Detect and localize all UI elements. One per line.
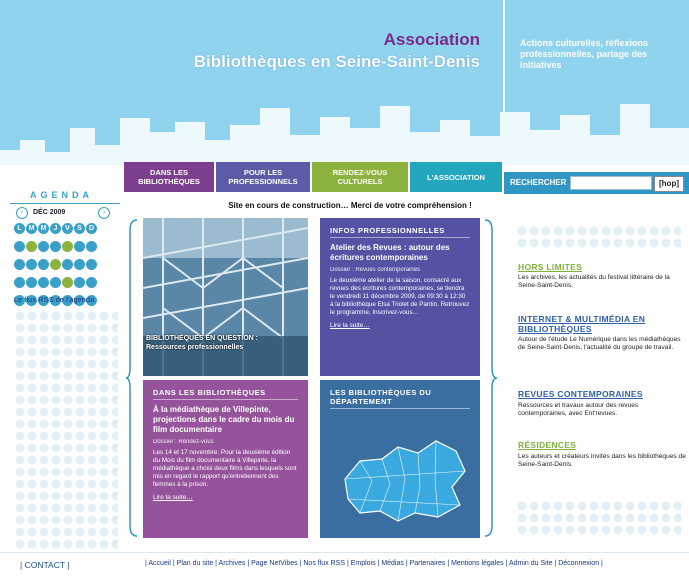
calendar-weekday: J	[50, 223, 61, 234]
agenda-rss-link[interactable]: Le flux RSS de l'agenda	[14, 295, 94, 304]
calendar-day-event[interactable]	[26, 241, 37, 252]
sidebar-link-residences[interactable]: RÉSIDENCES	[518, 440, 576, 450]
calendar-day[interactable]	[50, 277, 61, 288]
infos-pro-panel: INFOS PROFESSIONNELLES Atelier des Revue…	[320, 218, 480, 376]
calendar-day[interactable]	[62, 259, 73, 270]
sidebar-link-internet-multimedia[interactable]: INTERNET & MULTIMÉDIA EN BIBLIOTHÈQUES	[518, 314, 686, 334]
infos-pro-title: INFOS PROFESSIONNELLES	[330, 226, 470, 238]
site-title-name: Bibliothèques en Seine-Saint-Denis	[193, 52, 480, 71]
search-submit-button[interactable]: [hop]	[654, 176, 684, 192]
calendar-weekday: D	[86, 223, 97, 234]
site-tagline: Actions culturelles, réflexions professi…	[520, 38, 649, 70]
search-label: RECHERCHER	[510, 178, 567, 187]
infos-pro-heading[interactable]: Atelier des Revues : autour des écriture…	[330, 243, 470, 263]
agenda-divider	[10, 203, 120, 204]
dans-bibliotheques-panel: DANS LES BIBLIOTHÈQUES À la médiathèque …	[143, 380, 308, 538]
calendar-day[interactable]	[86, 241, 97, 252]
department-map-graphic	[344, 440, 466, 522]
tab-pour-les-professionnels[interactable]: POUR LES PROFESSIONNELS	[216, 162, 310, 192]
library-building-photo	[143, 218, 308, 376]
calendar-weekday: V	[62, 223, 73, 234]
sidebar-desc-revues-contemporaines: Ressources et travaux autour des revues …	[518, 402, 639, 417]
department-map-title: LES BIBLIOTHÈQUES DU DÉPARTEMENT	[330, 388, 470, 409]
footer-links[interactable]: | Accueil | Plan du site | Archives | Pa…	[145, 559, 689, 568]
construction-notice: Site en cours de construction… Merci de …	[228, 201, 472, 210]
sidebar-desc-hors-limites: Les archives, les actualités du festival…	[518, 274, 670, 289]
calendar-day[interactable]	[74, 259, 85, 270]
calendar-day-event[interactable]	[62, 241, 73, 252]
decorative-brace	[484, 219, 498, 537]
infos-pro-read-more-link[interactable]: Lire la suite…	[330, 322, 470, 329]
calendar-prev-icon[interactable]: ‹	[16, 207, 28, 219]
header-divider	[503, 0, 505, 160]
infos-pro-dossier: Dossier : Revues contemporaines	[330, 267, 421, 273]
calendar-weekday: S	[74, 223, 85, 234]
calendar-weekday: L	[14, 223, 25, 234]
dans-bibliotheques-heading[interactable]: À la médiathèque de Villepinte, projecti…	[153, 405, 298, 435]
calendar-day[interactable]	[50, 241, 61, 252]
feature-photo-panel[interactable]	[143, 218, 308, 376]
search-input[interactable]	[570, 176, 652, 190]
tab-dans-les-bibliotheques[interactable]: DANS LES BIBLIOTHÈQUES	[124, 162, 214, 192]
site-title-association: Association	[383, 30, 480, 49]
footer-divider	[0, 552, 689, 553]
skyline-graphic	[0, 104, 689, 165]
dans-bibliotheques-body: Les 14 et 17 novembre: Pour la deuxième …	[153, 449, 297, 488]
tab-association[interactable]: L'ASSOCIATION	[410, 162, 502, 192]
calendar-day[interactable]	[14, 277, 25, 288]
site-header: Association Bibliothèques en Seine-Saint…	[0, 0, 689, 165]
calendar-day[interactable]	[14, 259, 25, 270]
calendar-day[interactable]	[86, 277, 97, 288]
calendar-day[interactable]	[86, 259, 97, 270]
feature-photo-subtitle: Ressources professionnelles	[146, 344, 244, 351]
sidebar-desc-residences: Les auteurs et créateurs invités dans le…	[518, 453, 686, 468]
calendar-day[interactable]	[38, 241, 49, 252]
decorative-dot-pattern	[517, 501, 681, 535]
sidebar-link-revues-contemporaines[interactable]: REVUES CONTEMPORAINES	[518, 389, 643, 399]
infos-pro-body: Le deuxième atelier de la saison, consac…	[330, 277, 470, 316]
calendar-day[interactable]	[26, 277, 37, 288]
calendar-day[interactable]	[38, 277, 49, 288]
calendar-day[interactable]	[74, 277, 85, 288]
decorative-brace	[126, 219, 138, 537]
decorative-dot-pattern	[15, 311, 118, 549]
calendar-day[interactable]	[74, 241, 85, 252]
calendar-day[interactable]	[38, 259, 49, 270]
calendar-weekday: M	[26, 223, 37, 234]
tab-rendez-vous-culturels[interactable]: RENDEZ-VOUS CULTURELS	[312, 162, 408, 192]
agenda-title: AGENDA	[30, 190, 94, 200]
calendar-month: DÉC 2009	[33, 209, 66, 216]
calendar-day-event[interactable]	[50, 259, 61, 270]
decorative-dot-pattern	[517, 226, 681, 248]
dans-bibliotheques-title: DANS LES BIBLIOTHÈQUES	[153, 388, 298, 400]
calendar-weekday: M	[38, 223, 49, 234]
calendar-next-icon[interactable]: ›	[98, 207, 110, 219]
feature-photo-caption: BIBLIOTHÈQUES EN QUESTION : Ressources p…	[146, 334, 258, 352]
dans-bibliotheques-dossier: Dossier : Rendez-vous	[153, 439, 214, 445]
sidebar-desc-internet-multimedia: Autour de l'étude Le Numérique dans les …	[518, 336, 681, 351]
feature-photo-title: BIBLIOTHÈQUES EN QUESTION :	[146, 335, 259, 342]
department-map-panel[interactable]: LES BIBLIOTHÈQUES DU DÉPARTEMENT	[320, 380, 480, 538]
site-title[interactable]: Association Bibliothèques en Seine-Saint…	[150, 30, 480, 72]
sidebar-link-hors-limites[interactable]: HORS LIMITES	[518, 262, 582, 272]
dans-bibliotheques-read-more-link[interactable]: Lire la suite…	[153, 494, 298, 501]
calendar-day-event[interactable]	[62, 277, 73, 288]
calendar-day[interactable]	[26, 259, 37, 270]
contact-link[interactable]: | CONTACT |	[20, 560, 69, 570]
calendar-day[interactable]	[14, 241, 25, 252]
